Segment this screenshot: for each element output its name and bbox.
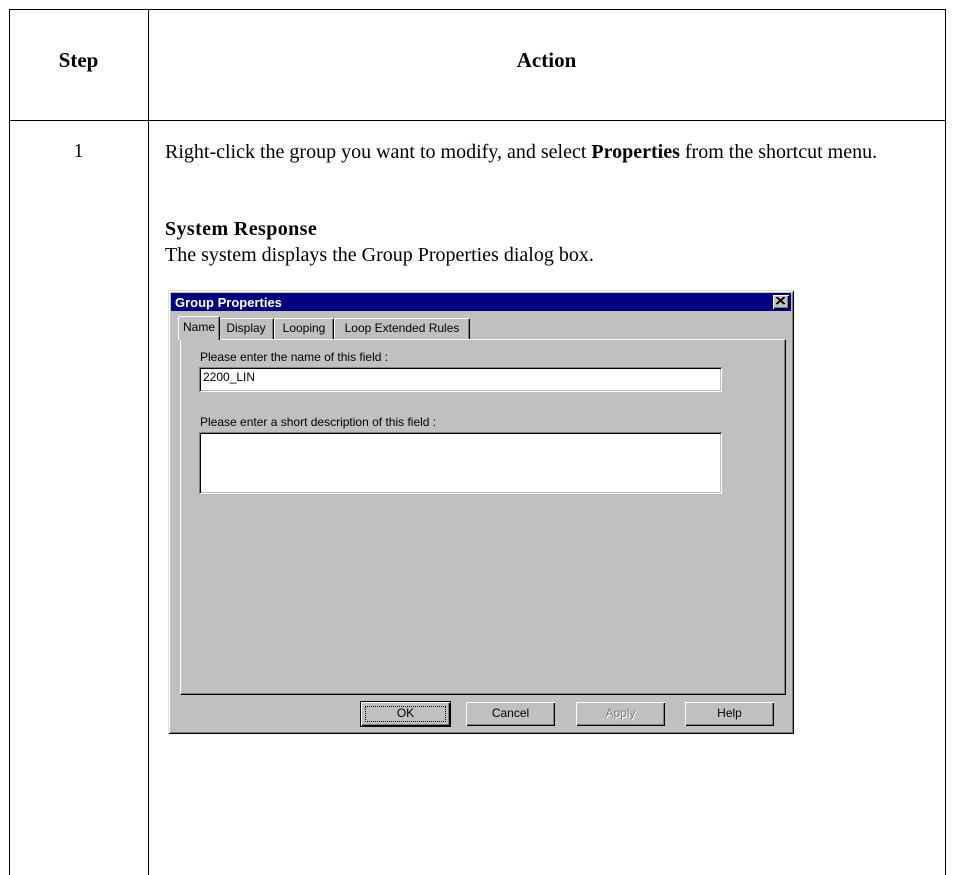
name-input-value: 2200_LIN — [203, 370, 256, 384]
help-button-label: Help — [717, 706, 742, 720]
description-label: Please enter a short description of this… — [200, 415, 437, 429]
help-button[interactable]: Help — [685, 702, 774, 726]
table-border-top — [9, 9, 946, 10]
header-step: Step — [58, 48, 99, 72]
step-number: 1 — [73, 140, 84, 162]
action-instruction: Right-click the group you want to modify… — [165, 141, 878, 163]
system-response-text: The system displays the Group Properties… — [165, 244, 594, 266]
table-header-divider — [9, 120, 946, 121]
cancel-button[interactable]: Cancel — [466, 702, 555, 726]
name-input[interactable]: 2200_LIN — [199, 367, 722, 392]
table-border-right — [945, 9, 946, 875]
header-action: Action — [516, 48, 577, 72]
name-label: Please enter the name of this field : — [200, 350, 389, 364]
table-column-divider — [148, 9, 149, 875]
close-button[interactable] — [773, 295, 789, 309]
ok-button[interactable]: OK — [361, 702, 450, 726]
apply-button-label: Apply — [605, 706, 636, 720]
ok-focus-rect — [365, 706, 446, 722]
tab-display[interactable]: Display — [218, 318, 274, 339]
close-icon — [776, 297, 785, 305]
cancel-button-label: Cancel — [491, 706, 530, 720]
table-border-left — [9, 9, 10, 875]
properties-keyword: Properties — [591, 141, 680, 163]
tab-loop-extended-rules[interactable]: Loop Extended Rules — [334, 318, 470, 339]
tab-panel: Please enter the name of this field : 22… — [180, 339, 786, 695]
tab-looping[interactable]: Looping — [274, 318, 334, 339]
system-response-title: System Response — [165, 218, 318, 240]
group-properties-dialog: Group Properties Name Display Looping Lo… — [168, 290, 794, 734]
dialog-title: Group Properties — [175, 295, 282, 310]
apply-button[interactable]: Apply — [576, 702, 665, 726]
dialog-titlebar[interactable]: Group Properties — [171, 293, 791, 311]
tab-name[interactable]: Name — [178, 316, 220, 340]
description-textarea[interactable] — [199, 432, 722, 494]
